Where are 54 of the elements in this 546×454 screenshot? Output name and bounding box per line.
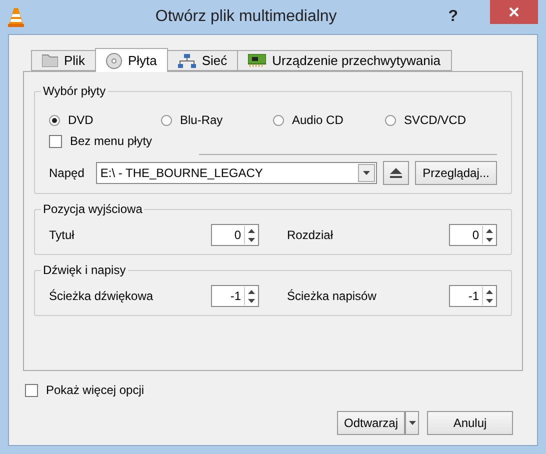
cancel-button[interactable]: Anuluj: [427, 411, 513, 435]
drive-dropdown[interactable]: E:\ - THE_BOURNE_LEGACY: [96, 162, 377, 184]
spin-box[interactable]: 0: [211, 224, 259, 246]
traffic-cone-icon: [8, 7, 24, 27]
radio-label: Blu-Ray: [180, 113, 223, 127]
field-label: Napęd: [49, 166, 84, 180]
radio-label: DVD: [68, 113, 94, 127]
radio-button[interactable]: [161, 114, 172, 126]
close-button[interactable]: [490, 0, 538, 24]
field-label: Ścieżka napisów: [287, 289, 378, 303]
checkbox[interactable]: [49, 134, 62, 148]
radio-button[interactable]: [49, 114, 60, 126]
folder-icon: [42, 54, 58, 67]
up-arrow-icon: [248, 290, 255, 294]
tab[interactable]: Plik: [31, 50, 96, 71]
caret-icon: [408, 421, 416, 425]
checkbox-label: Pokaż więcej opcji: [46, 383, 144, 397]
circuit-board-icon: [248, 54, 266, 67]
checkbox[interactable]: [25, 384, 38, 396]
field-label: Rozdział: [287, 228, 334, 242]
eject-button[interactable]: [383, 161, 409, 185]
dropdown-button[interactable]: [405, 411, 419, 435]
up-arrow-icon: [486, 228, 493, 232]
spin-box[interactable]: -1: [211, 285, 259, 307]
group-title: Pozycja wyjściowa: [42, 202, 144, 216]
window-title: Otwórz plik multimedialny: [154, 8, 338, 26]
tab[interactable]: Sieć: [166, 50, 238, 71]
group-title: Wybór płyty: [42, 84, 107, 98]
tab[interactable]: Urządzenie przechwytywania: [237, 50, 452, 71]
field-label: Ścieżka dźwiękowa: [49, 289, 154, 303]
radio-label: Audio CD: [292, 113, 344, 127]
group-title: Dźwięk i napisy: [42, 263, 127, 277]
browse-button[interactable]: Przeglądaj...: [415, 161, 497, 185]
network-icon: [178, 54, 196, 68]
close-icon: [509, 7, 519, 17]
radio-label: SVCD/VCD: [404, 113, 466, 127]
checkbox-label: Bez menu płyty: [70, 134, 152, 148]
radio-button[interactable]: [385, 114, 396, 126]
spin-box[interactable]: -1: [449, 285, 497, 307]
field-label: Tytuł: [49, 228, 76, 242]
help-button[interactable]: ?: [448, 8, 458, 26]
tab[interactable]: Płyta: [94, 48, 168, 72]
down-arrow-icon: [486, 298, 493, 302]
down-arrow-icon: [486, 238, 493, 242]
disc-icon: [106, 52, 122, 68]
eject-icon: [390, 168, 402, 178]
up-arrow-icon: [486, 290, 493, 294]
play-button[interactable]: Odtwarzaj: [337, 411, 405, 435]
spin-box[interactable]: 0: [449, 224, 497, 246]
down-arrow-icon: [248, 298, 255, 302]
caret-icon: [363, 171, 370, 175]
up-arrow-icon: [248, 228, 255, 232]
radio-button[interactable]: [273, 114, 284, 126]
down-arrow-icon: [248, 238, 255, 242]
